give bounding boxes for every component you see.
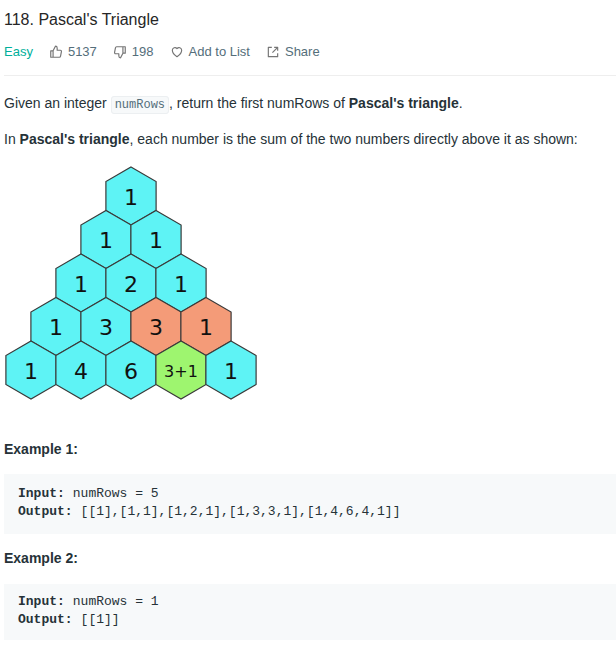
meta-row: Easy 5137 198 Add to List Share: [4, 42, 616, 62]
difficulty-label: Easy: [4, 42, 33, 62]
example-line-label: Output:: [18, 503, 73, 521]
dislike-count: 198: [132, 42, 154, 62]
example-line-label: Input:: [18, 485, 65, 503]
cell-value: 3+1: [164, 362, 198, 381]
cell-value: 1: [99, 228, 113, 253]
thumbs-down-icon: [113, 45, 127, 59]
description: Given an integer numRows, return the fir…: [4, 93, 616, 149]
share-icon: [266, 45, 280, 59]
hexagon: [6, 341, 56, 399]
example-line: Input: numRows = 1: [18, 593, 616, 611]
problem-title: 118. Pascal's Triangle: [4, 0, 616, 30]
cell-value: 1: [124, 185, 138, 210]
inline-code: numRows: [111, 96, 169, 114]
cell-value: 1: [24, 359, 38, 384]
example-line-label: Output:: [18, 611, 73, 629]
like-count: 5137: [68, 42, 97, 62]
heart-icon: [170, 45, 184, 59]
cell-value: 1: [149, 228, 163, 253]
example-heading: Example 2:: [4, 548, 616, 568]
cell-value: 1: [49, 315, 63, 340]
example-line-value: [[1],[1,1],[1,2,1],[1,3,3,1],[1,4,6,4,1]…: [81, 503, 401, 521]
example-line: Input: numRows = 5: [18, 485, 616, 503]
pascal-triangle-figure: 11112113311463+11: [4, 161, 274, 401]
share-button[interactable]: Share: [266, 42, 320, 62]
example-line-label: Input:: [18, 593, 65, 611]
hexagon: [156, 341, 206, 399]
description-paragraph: Given an integer numRows, return the fir…: [4, 93, 616, 115]
dislike-button[interactable]: 198: [113, 42, 154, 62]
bold-text: Pascal's triangle: [20, 131, 130, 147]
cell-value: 1: [199, 315, 213, 340]
hexagon: [206, 341, 256, 399]
example-line-value: numRows = 1: [73, 593, 159, 611]
share-label: Share: [285, 42, 320, 62]
example-box: Input: numRows = 1Output: [[1]]: [4, 584, 616, 640]
example-heading: Example 1:: [4, 439, 616, 459]
triangle-cell: 1: [206, 341, 256, 399]
cell-value: 3: [99, 315, 113, 340]
example-box: Input: numRows = 5Output: [[1],[1,1],[1,2,…: [4, 474, 616, 534]
text-segment: In: [4, 131, 20, 147]
triangle-cell: 1: [6, 341, 56, 399]
add-to-list-button[interactable]: Add to List: [170, 42, 250, 62]
cell-value: 2: [124, 272, 138, 297]
hexagon: [106, 341, 156, 399]
cell-value: 4: [74, 359, 88, 384]
thumbs-up-icon: [49, 45, 63, 59]
triangle-cell: 6: [106, 341, 156, 399]
example-line: Output: [[1]]: [18, 611, 616, 629]
hexagon: [56, 341, 106, 399]
description-paragraph: In Pascal's triangle, each number is the…: [4, 129, 616, 149]
cell-value: 1: [74, 272, 88, 297]
text-segment: Given an integer: [4, 95, 111, 111]
cell-value: 6: [124, 359, 138, 384]
examples: Example 1:Input:numRows = 5Output:[[1],[…: [4, 439, 616, 640]
add-to-list-label: Add to List: [189, 42, 250, 62]
text-segment: , each number is the sum of the two numb…: [130, 131, 578, 147]
like-button[interactable]: 5137: [49, 42, 97, 62]
triangle-cell: 3+1: [156, 341, 206, 399]
example-line: Output: [[1],[1,1],[1,2,1],[1,3,3,1],[1,4…: [18, 503, 616, 521]
example-line-value: [[1]]: [81, 611, 120, 629]
example-line-value: numRows = 5: [73, 485, 159, 503]
bold-text: Pascal's triangle: [349, 95, 459, 111]
triangle-cell: 4: [56, 341, 106, 399]
divider: [4, 75, 616, 76]
text-segment: , return the first numRows of: [169, 95, 349, 111]
text-segment: .: [459, 95, 463, 111]
cell-value: 1: [224, 359, 238, 384]
cell-value: 3: [149, 315, 163, 340]
cell-value: 1: [174, 272, 188, 297]
